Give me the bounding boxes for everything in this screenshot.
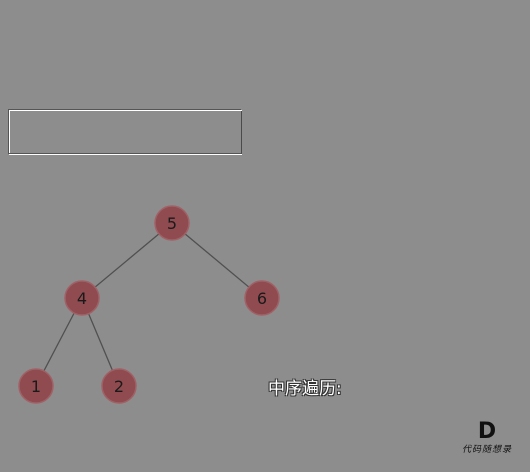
tree-node-2: 2 bbox=[101, 368, 137, 404]
node-label: 1 bbox=[31, 377, 41, 396]
node-label: 2 bbox=[114, 377, 124, 396]
node-label: 6 bbox=[257, 289, 267, 308]
watermark-logo: D 代码随想录 bbox=[454, 420, 520, 460]
tree-node-5: 5 bbox=[154, 205, 190, 241]
node-label: 5 bbox=[167, 214, 177, 233]
binary-tree: 5 4 6 1 2 bbox=[18, 205, 280, 404]
node-label: 4 bbox=[77, 289, 87, 308]
logo-mark: D bbox=[477, 419, 497, 444]
tree-node-6: 6 bbox=[244, 280, 280, 316]
traversal-label: 中序遍历: bbox=[268, 379, 342, 399]
tree-nodes: 5 4 6 1 2 bbox=[18, 205, 280, 404]
tree-node-4: 4 bbox=[64, 280, 100, 316]
logo-text: 代码随想录 bbox=[461, 445, 512, 455]
tree-node-1: 1 bbox=[18, 368, 54, 404]
